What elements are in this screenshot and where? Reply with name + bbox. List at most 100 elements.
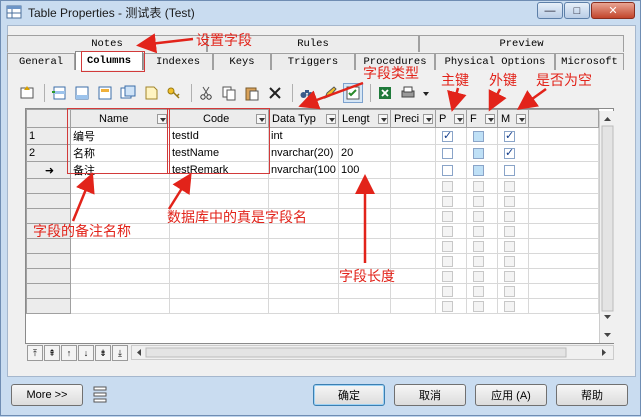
filter-button[interactable] — [320, 83, 340, 103]
empty-cell[interactable] — [435, 208, 467, 224]
empty-cell[interactable] — [466, 253, 498, 269]
delete-button[interactable] — [265, 83, 285, 103]
empty-cell[interactable] — [268, 283, 339, 299]
empty-cell[interactable] — [268, 268, 339, 284]
empty-cell[interactable] — [169, 238, 269, 254]
empty-cell[interactable] — [528, 268, 599, 284]
empty-cell[interactable] — [390, 268, 436, 284]
move-page-up-button[interactable]: ⇞ — [44, 345, 60, 361]
cell-precision[interactable] — [390, 127, 436, 145]
empty-cell[interactable] — [528, 238, 599, 254]
empty-cell[interactable] — [390, 238, 436, 254]
empty-cell[interactable] — [268, 253, 339, 269]
empty-cell[interactable] — [497, 208, 529, 224]
column-dropdown-icon[interactable] — [454, 114, 464, 124]
cell-length[interactable] — [338, 127, 391, 145]
new-domain-button[interactable] — [141, 83, 161, 103]
properties-button[interactable] — [17, 83, 37, 103]
empty-row[interactable] — [26, 268, 599, 284]
empty-row[interactable] — [26, 298, 599, 314]
empty-cell[interactable] — [338, 178, 391, 194]
empty-row[interactable] — [26, 253, 599, 269]
horizontal-scrollbar[interactable] — [131, 345, 614, 360]
empty-cell[interactable] — [528, 283, 599, 299]
empty-cell[interactable] — [338, 223, 391, 239]
find-button[interactable] — [297, 83, 317, 103]
empty-cell[interactable] — [338, 208, 391, 224]
mandatory-checkbox[interactable] — [504, 146, 515, 159]
empty-cell[interactable] — [390, 193, 436, 209]
cell-length[interactable]: 100 — [338, 161, 391, 179]
row-number[interactable] — [26, 283, 71, 299]
empty-cell[interactable] — [497, 283, 529, 299]
empty-cell[interactable] — [528, 193, 599, 209]
move-page-down-button[interactable]: ⇟ — [95, 345, 111, 361]
mandatory-checkbox[interactable] — [504, 164, 515, 176]
empty-cell[interactable] — [70, 178, 170, 194]
empty-cell[interactable] — [497, 238, 529, 254]
paste-button[interactable] — [242, 83, 262, 103]
empty-row[interactable] — [26, 283, 599, 299]
empty-cell[interactable] — [466, 193, 498, 209]
row-number[interactable] — [26, 178, 71, 194]
add-row-button[interactable] — [72, 83, 92, 103]
row-number[interactable] — [26, 253, 71, 269]
add-columns-button[interactable] — [95, 83, 115, 103]
empty-cell[interactable] — [169, 268, 269, 284]
cancel-button[interactable]: 取消 — [394, 384, 466, 406]
empty-cell[interactable] — [466, 283, 498, 299]
empty-row[interactable] — [26, 178, 599, 194]
header-primary[interactable]: P — [435, 109, 467, 128]
cell-precision[interactable] — [390, 161, 436, 179]
row-number[interactable]: 2 — [26, 144, 71, 162]
empty-cell[interactable] — [390, 253, 436, 269]
empty-cell[interactable] — [466, 223, 498, 239]
empty-cell[interactable] — [70, 253, 170, 269]
header-mandatory[interactable]: M — [497, 109, 529, 128]
tab-preview[interactable]: Preview — [419, 35, 624, 52]
empty-cell[interactable] — [70, 193, 170, 209]
help-button[interactable]: 帮助 — [556, 384, 628, 406]
empty-cell[interactable] — [390, 208, 436, 224]
empty-cell[interactable] — [435, 268, 467, 284]
primary-checkbox[interactable] — [442, 129, 453, 142]
row-number[interactable] — [26, 193, 71, 209]
empty-cell[interactable] — [338, 238, 391, 254]
ok-button[interactable]: 确定 — [313, 384, 385, 406]
tab-indexes[interactable]: Indexes — [143, 53, 213, 70]
empty-cell[interactable] — [338, 298, 391, 314]
empty-cell[interactable] — [435, 238, 467, 254]
empty-cell[interactable] — [528, 223, 599, 239]
empty-cell[interactable] — [435, 283, 467, 299]
empty-cell[interactable] — [466, 178, 498, 194]
header-foreign[interactable]: F — [466, 109, 498, 128]
tab-keys[interactable]: Keys — [213, 53, 271, 70]
empty-cell[interactable] — [435, 193, 467, 209]
column-dropdown-icon[interactable] — [326, 114, 336, 124]
empty-cell[interactable] — [466, 208, 498, 224]
primary-checkbox[interactable] — [442, 147, 453, 159]
empty-cell[interactable] — [169, 178, 269, 194]
empty-cell[interactable] — [390, 223, 436, 239]
empty-cell[interactable] — [528, 298, 599, 314]
move-up-button[interactable]: ↑ — [61, 345, 77, 361]
cell-data-type[interactable]: nvarchar(20) — [268, 144, 339, 162]
minimize-button[interactable]: — — [537, 2, 563, 19]
empty-cell[interactable] — [528, 253, 599, 269]
tab-notes[interactable]: Notes — [7, 35, 207, 52]
empty-row[interactable] — [26, 193, 599, 209]
excel-export-button[interactable] — [375, 83, 395, 103]
empty-cell[interactable] — [497, 193, 529, 209]
empty-cell[interactable] — [435, 253, 467, 269]
column-dropdown-icon[interactable] — [423, 114, 433, 124]
empty-cell[interactable] — [70, 298, 170, 314]
empty-cell[interactable] — [466, 298, 498, 314]
tab-general[interactable]: General — [7, 53, 75, 70]
empty-cell[interactable] — [435, 298, 467, 314]
move-top-button[interactable]: ⤒ — [27, 345, 43, 361]
cell-data-type[interactable]: int — [268, 127, 339, 145]
key-button[interactable] — [164, 83, 184, 103]
header-length[interactable]: Lengt — [338, 109, 391, 128]
cut-button[interactable] — [196, 83, 216, 103]
mandatory-checkbox[interactable] — [504, 129, 515, 142]
